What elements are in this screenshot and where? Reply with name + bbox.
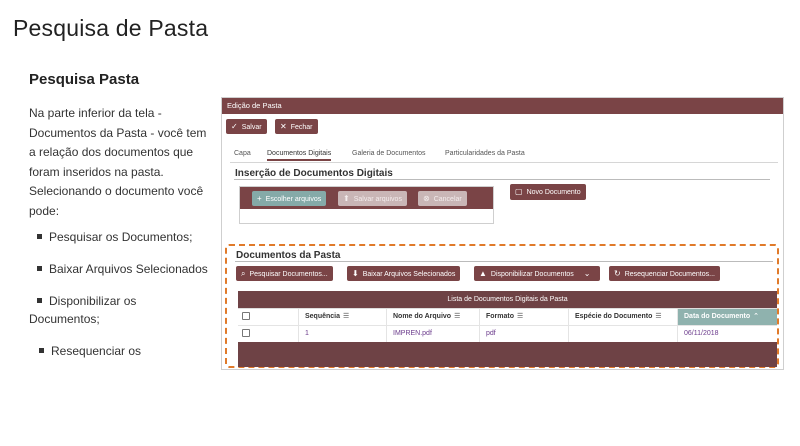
cancel-upload-button[interactable]: ⊗ Cancelar — [418, 191, 467, 206]
publish-documents-button[interactable]: ▲ Disponibilizar Documentos ⌄ — [474, 266, 600, 281]
bullet-icon — [37, 298, 42, 304]
check-icon: ✓ — [231, 122, 238, 131]
save-button[interactable]: ✓ Salvar — [226, 119, 267, 134]
intro-line: Documentos da Pasta - você tem — [29, 125, 207, 140]
close-icon: ✕ — [280, 122, 287, 131]
save-files-button[interactable]: ⬆ Salvar arquivos — [338, 191, 407, 206]
column-sequencia[interactable]: Sequência ☰ — [298, 309, 386, 325]
tabs-divider — [230, 162, 778, 163]
cell-data-documento[interactable]: 06/11/2018 — [677, 326, 777, 342]
table-row[interactable]: 1 IMPREN.pdf pdf 06/11/2018 — [238, 325, 777, 342]
column-formato[interactable]: Formato ☰ — [479, 309, 568, 325]
grid-title: Lista de Documentos Digitais da Pasta — [447, 296, 568, 303]
filter-icon: ☰ — [517, 313, 524, 320]
checkbox-icon — [242, 312, 250, 321]
search-documents-button[interactable]: ⌕ Pesquisar Documentos... — [236, 266, 333, 281]
cancel-icon: ⊗ — [423, 194, 430, 203]
bullet-item-resequenciar: Resequenciar os — [29, 342, 214, 361]
select-all-checkbox-cell[interactable] — [238, 309, 298, 325]
tab-capa[interactable]: Capa — [234, 148, 251, 159]
intro-line: foram inseridos na pasta. — [29, 164, 164, 179]
column-nome-arquivo[interactable]: Nome do Arquivo ☰ — [386, 309, 479, 325]
insercao-title: Inserção de Documentos Digitais — [235, 168, 393, 179]
cell-sequencia[interactable]: 1 — [298, 326, 386, 342]
close-button[interactable]: ✕ Fechar — [275, 119, 318, 134]
intro-line: Na parte inferior da tela - — [29, 106, 162, 120]
download-icon: ⬇ — [352, 269, 359, 278]
search-icon: ⌕ — [241, 269, 246, 278]
bullet-item-baixar: Baixar Arquivos Selecionados — [29, 260, 214, 279]
page-title: Pesquisa de Pasta — [13, 15, 209, 41]
grid-header-row: Sequência ☰ Nome do Arquivo ☰ Formato ☰ Esp… — [238, 308, 777, 325]
tab-particularidades[interactable]: Particularidades da Pasta — [445, 148, 525, 159]
bullet-icon — [39, 348, 44, 354]
filter-icon: ☰ — [343, 313, 350, 320]
sort-ascending-icon: ⌃ — [753, 313, 759, 320]
documents-grid: Lista de Documentos Digitais da Pasta Se… — [238, 291, 777, 367]
triangle-up-icon: ▲ — [479, 269, 487, 278]
chevron-down-icon: ⌄ — [583, 269, 591, 278]
tab-galeria[interactable]: Galeria de Documentos — [352, 148, 426, 159]
intro-text: Na parte inferior da tela - Documentos d… — [29, 104, 214, 222]
intro-line: pode: — [29, 203, 60, 218]
upload-icon: ⬆ — [343, 194, 350, 203]
column-data-documento[interactable]: Data do Documento ⌃ — [677, 309, 777, 325]
choose-files-button[interactable]: + Escolher arquivos — [252, 191, 327, 206]
row-checkbox-cell[interactable] — [238, 326, 298, 342]
section-title: Pesquisa Pasta — [29, 71, 140, 88]
cell-especie[interactable] — [568, 326, 677, 342]
checkbox-icon — [242, 329, 250, 338]
refresh-icon: ↻ — [614, 269, 621, 278]
tab-documentos-digitais[interactable]: Documentos Digitais — [267, 148, 332, 161]
bullet-item-disponibilizar-cont: Documentos; — [29, 312, 100, 326]
column-especie[interactable]: Espécie do Documento ☰ — [568, 309, 677, 325]
bullet-item-disponibilizar: Disponibilizar os — [29, 292, 214, 311]
upload-toolbar: + Escolher arquivos ⬆ Salvar arquivos ⊗ Can… — [240, 187, 493, 209]
new-document-button[interactable]: ▢ Novo Documento — [510, 184, 586, 200]
plus-icon: + — [257, 194, 262, 203]
documentos-da-pasta-highlight: Documentos da Pasta ⌕ Pesquisar Documento… — [225, 244, 779, 368]
insercao-divider — [234, 179, 770, 180]
bullet-item-pesquisar: Pesquisar os Documentos; — [29, 228, 214, 247]
clipboard-icon: ▢ — [515, 187, 523, 196]
bullet-icon — [37, 234, 42, 240]
screenshot-frame: Edição de Pasta ✓ Salvar ✕ Fechar Capa Doc… — [221, 97, 784, 370]
intro-line: Selecionando o documento você — [29, 184, 204, 199]
filter-icon: ☰ — [454, 313, 461, 320]
filter-icon: ☰ — [655, 313, 662, 320]
intro-line: a relação dos documentos que — [29, 145, 194, 160]
cell-nome-arquivo[interactable]: IMPREN.pdf — [386, 326, 479, 342]
bullet-icon — [37, 266, 42, 272]
docs-divider — [235, 261, 773, 262]
download-selected-button[interactable]: ⬇ Baixar Arquivos Selecionados — [347, 266, 461, 281]
window-header: Edição de Pasta — [222, 98, 783, 114]
upload-panel: + Escolher arquivos ⬆ Salvar arquivos ⊗ Can… — [239, 186, 494, 224]
cell-formato[interactable]: pdf — [479, 326, 568, 342]
resequence-documents-button[interactable]: ↻ Resequenciar Documentos... — [609, 266, 720, 281]
docs-title: Documentos da Pasta — [236, 250, 341, 261]
